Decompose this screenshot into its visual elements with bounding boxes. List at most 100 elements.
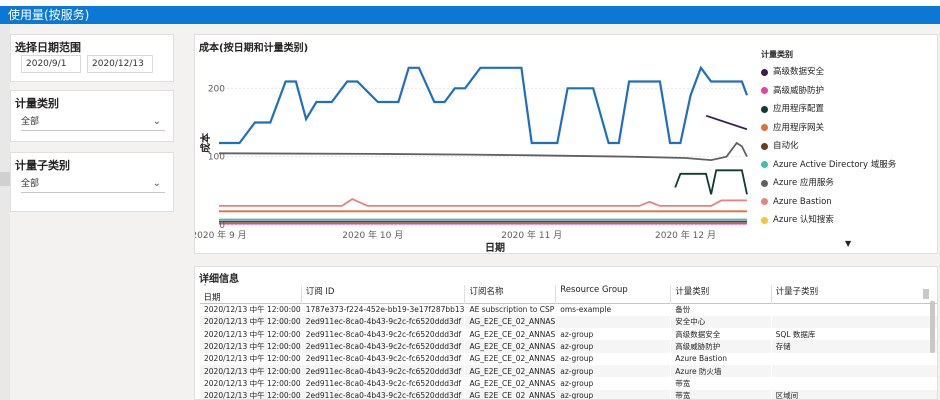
table-cell: AG_E2E_CE_02_ANNAS [469, 317, 556, 327]
table-cell: 2020/12/13 中午 12:00:00 [204, 317, 301, 327]
table-cell: az-group [560, 391, 594, 400]
start-date-input[interactable]: 2020/9/1 [21, 55, 81, 73]
date-range-slicer: 选择日期范围 2020/9/1 2020/12/13 [10, 34, 174, 82]
legend-marker [761, 161, 768, 169]
table-cell: AG_E2E_CE_02_ANNAS [469, 329, 556, 339]
series-line[interactable] [674, 169, 748, 195]
legend-label: Azure 认知搜索 [773, 215, 834, 225]
table-cell: 区域间 [775, 391, 799, 400]
legend-label: Azure Active Directory 域服务 [773, 159, 897, 170]
table-cell: az-group [560, 329, 594, 339]
table-cell: az-group [560, 366, 594, 376]
table-vertical-scrollbar[interactable] [930, 301, 935, 353]
table-cell: 2020/12/13 中午 12:00:00 [204, 391, 301, 400]
series-line[interactable] [705, 114, 748, 131]
table-row[interactable]: 2020/12/13 中午 12:00:00 2ed911ec-8ca0-4b43… [199, 364, 937, 378]
column-header[interactable]: 订阅名称 [464, 285, 556, 304]
meter-category-dropdown[interactable]: 全部 ⌄ [21, 113, 165, 131]
table-cell [771, 304, 937, 316]
page-title: 使用量(按服务) [0, 6, 940, 24]
legend-scroll-down-icon[interactable]: ▼ [845, 239, 851, 248]
table-cell: 2ed911ec-8ca0-4b43-9c2c-fc6520ddd3df [305, 378, 462, 388]
legend-item[interactable]: 高级威胁防护 [761, 82, 940, 101]
meter-subcategory-dropdown[interactable]: 全部 ⌄ [21, 175, 165, 193]
column-header[interactable]: 计量子类别 [770, 285, 937, 304]
table-cell: 存储 [775, 342, 791, 352]
legend-marker [761, 216, 768, 224]
table-cell [771, 365, 937, 377]
table-cell: az-group [560, 378, 594, 388]
chevron-down-icon: ⌄ [152, 116, 161, 127]
table-cell: Azure Bastion [675, 354, 728, 364]
table-row[interactable]: 2020/12/13 中午 12:00:00 2ed911ec-8ca0-4b43… [199, 340, 937, 353]
table-cell: Azure 防火墙 [675, 366, 722, 376]
table-cell [771, 377, 937, 389]
table-title: 详细信息 [199, 274, 239, 285]
pane-toggle[interactable] [0, 172, 10, 186]
legend-item[interactable]: 自动化 [761, 137, 940, 156]
x-tick-label: 2020 年 11 月 [501, 229, 562, 241]
legend-item[interactable]: Azure 应用服务 [761, 174, 940, 193]
legend-item[interactable]: Azure 认知搜索 [761, 211, 940, 230]
table-cell: 带宽 [675, 378, 691, 388]
table-cell: oms-example [560, 305, 612, 315]
legend-item[interactable]: 应用程序配置 [761, 100, 940, 119]
table-row[interactable]: 2020/12/13 中午 12:00:00 2ed911ec-8ca0-4b43… [199, 315, 937, 329]
table-cell: 2020/12/13 中午 12:00:00 [204, 378, 301, 388]
table-scroll-up[interactable] [923, 289, 929, 299]
cost-line-chart: 成本(按日期和计量类别) 0 100 200 2020 年 9 月 2020 年 10 … [194, 34, 938, 254]
table-cell: AE subscription to CSP [469, 305, 555, 315]
column-header-label: Resource Group [560, 285, 628, 295]
series-line[interactable] [219, 197, 747, 207]
table-row[interactable]: 2020/12/13 中午 12:00:00 2ed911ec-8ca0-4b43… [199, 389, 937, 400]
column-header[interactable]: Resource Group [555, 285, 671, 304]
table-cell: 2ed911ec-8ca0-4b43-9c2c-fc6520ddd3df [305, 366, 462, 376]
table-cell: 2020/12/13 中午 12:00:00 [204, 354, 301, 364]
table-row[interactable]: 2020/12/13 中午 12:00:00 2ed911ec-8ca0-4b43… [200, 353, 938, 365]
table-cell: 1787e373-f224-452e-bb19-3e17f287bb13 [305, 305, 465, 315]
end-date-input[interactable]: 2020/12/13 [87, 55, 153, 73]
meter-subcategory-value: 全部 [21, 179, 40, 189]
series-line[interactable] [219, 65, 749, 145]
table-row[interactable]: 2020/12/13 中午 12:00:00 2ed911ec-8ca0-4b43… [200, 328, 938, 340]
chevron-down-icon: ⌄ [152, 178, 161, 189]
table-row[interactable]: 2020/12/13 中午 12:00:00 2ed911ec-8ca0-4b43… [200, 377, 938, 389]
table-row[interactable]: 2020/12/13 中午 12:00:00 1787e373-f224-452e… [200, 304, 938, 316]
meter-category-title: 计量类别 [15, 97, 59, 110]
legend-item[interactable]: 高级数据安全 [761, 63, 940, 82]
legend-label: 自动化 [773, 141, 799, 151]
legend-title: 计量类别 [761, 50, 793, 59]
legend-label: 应用程序网关 [773, 122, 825, 133]
table-cell: 备份 [675, 305, 691, 315]
x-tick-label: 2020 年 9 月 [195, 229, 247, 241]
table-cell: 2020/12/13 中午 12:00:00 [204, 305, 301, 315]
table-cell: 2ed911ec-8ca0-4b43-9c2c-fc6520ddd3df [305, 342, 462, 352]
table-cell [771, 316, 937, 328]
series-line[interactable] [218, 141, 748, 162]
column-header[interactable]: 计量类别 [670, 285, 772, 304]
meter-subcategory-slicer: 计量子类别 全部 ⌄ [10, 152, 174, 212]
y-tick-label: 200 [208, 84, 225, 94]
date-slicer-title: 选择日期范围 [15, 41, 81, 54]
table-cell: 2ed911ec-8ca0-4b43-9c2c-fc6520ddd3df [305, 391, 462, 400]
table-cell: 2020/12/13 中午 12:00:00 [204, 342, 301, 352]
x-tick-label: 2020 年 12 月 [655, 229, 716, 241]
legend-item[interactable]: Azure Active Directory 域服务 [761, 156, 940, 175]
legend-label: Azure 应用服务 [773, 178, 834, 188]
chart-plot[interactable]: 0 100 200 2020 年 9 月 2020 年 10 月 2020 年 11 月 2… [195, 35, 755, 255]
meter-category-slicer: 计量类别 全部 ⌄ [10, 90, 174, 142]
table-cell: az-group [560, 342, 594, 352]
column-header-label: 日期 [203, 293, 221, 303]
y-axis-title: 成本 [199, 132, 212, 153]
column-header[interactable]: ˄ 日期 [200, 285, 302, 304]
details-grid: ˄ 日期 订阅 ID 订阅名称 Resource Group 计量类别 计量子类别 2020… [199, 285, 938, 400]
legend-marker [761, 68, 768, 76]
column-header[interactable]: 订阅 ID [300, 285, 465, 304]
legend-label: 应用程序配置 [773, 104, 825, 114]
details-table: 详细信息 ˄ 日期 订阅 ID 订阅名称 Resource Group 计量类别 计量子类别… [194, 266, 938, 400]
legend-item[interactable]: 应用程序网关 [761, 119, 940, 138]
legend-marker [761, 87, 768, 95]
legend-item[interactable]: Azure Bastion [761, 193, 940, 212]
column-header-label: 订阅名称 [469, 287, 504, 297]
table-cell: SQL 数据库 [775, 329, 816, 339]
